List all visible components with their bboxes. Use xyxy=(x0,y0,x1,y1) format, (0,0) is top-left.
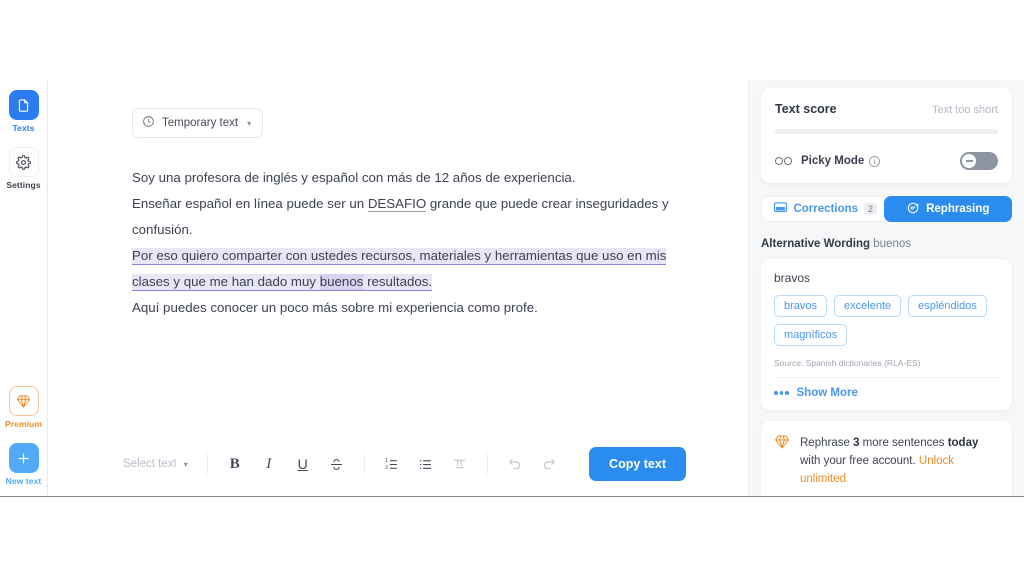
editor-toolbar: Select text ▾ B I U 1 2 Copy text xyxy=(48,432,748,496)
toolbar-divider xyxy=(206,454,208,474)
alternative-wording-card: bravos bravos excelente espléndidos magn… xyxy=(761,259,1012,410)
bold-button[interactable]: B xyxy=(222,451,248,477)
show-more-label: Show More xyxy=(796,387,858,399)
tab-rephrasing-label: Rephrasing xyxy=(926,203,990,215)
text-score-header: Text score Text too short xyxy=(775,102,998,116)
sidebar-item-new-text[interactable]: New text xyxy=(0,443,47,486)
toolbar-divider xyxy=(363,454,365,474)
clock-icon xyxy=(142,115,155,131)
eyes-icon xyxy=(775,157,792,165)
strikethrough-button[interactable] xyxy=(324,451,350,477)
undo-button[interactable] xyxy=(502,451,528,477)
text-score-card: Text score Text too short Picky Mode i xyxy=(761,88,1012,183)
toolbar-divider xyxy=(486,454,488,474)
text-segment: Enseñar español en línea puede ser un xyxy=(132,196,368,211)
promo-line1-a: Rephrase xyxy=(800,437,854,449)
left-sidebar: Texts Settings Premium New text xyxy=(0,80,48,496)
paragraph-1: Soy una profesora de inglés y español co… xyxy=(132,165,688,191)
tab-corrections[interactable]: Corrections 2 xyxy=(761,196,890,222)
sidebar-item-label-texts: Texts xyxy=(12,123,35,133)
right-panel: Text score Text too short Picky Mode i C… xyxy=(748,80,1024,496)
document-icon xyxy=(8,90,39,120)
text-score-title: Text score xyxy=(775,102,837,116)
show-more-button[interactable]: Show More xyxy=(774,387,999,399)
text-segment-selected-word[interactable]: buenos xyxy=(319,274,364,291)
chevron-down-icon: ▾ xyxy=(183,459,188,469)
panel-tabs: Corrections 2 Rephrasing xyxy=(761,196,1012,222)
picky-mode-row: Picky Mode i xyxy=(775,152,998,170)
base-word: bravos xyxy=(774,271,811,285)
italic-button[interactable]: I xyxy=(256,451,282,477)
tab-rephrasing[interactable]: Rephrasing xyxy=(883,196,1012,222)
sidebar-item-label-premium: Premium xyxy=(4,419,43,429)
svg-text:2: 2 xyxy=(385,464,388,470)
rephrase-icon xyxy=(906,201,920,218)
copy-text-button[interactable]: Copy text xyxy=(589,447,686,481)
alternative-wording-title: Alternative Wording xyxy=(761,238,871,250)
source-label: Source: xyxy=(774,358,804,368)
underline-button[interactable]: U xyxy=(290,451,316,477)
synonym-chip[interactable]: bravos xyxy=(774,295,828,317)
tab-corrections-label: Corrections xyxy=(793,203,859,215)
info-icon[interactable]: i xyxy=(869,155,881,167)
source-line: Source: Spanish dictionaries (RLA-ES) xyxy=(774,358,999,368)
editor-area: Temporary text ▾ Soy una profesora de in… xyxy=(48,80,748,496)
picky-mode-toggle[interactable] xyxy=(960,152,998,170)
corrections-badge: 2 xyxy=(864,203,878,215)
paragraph-2: Enseñar español en línea puede ser un DE… xyxy=(132,191,688,243)
premium-promo-card[interactable]: Rephrase 3 more sentences today with you… xyxy=(761,421,1012,496)
source-value: Spanish dictionaries (RLA-ES) xyxy=(805,358,921,368)
picky-mode-label: Picky Mode xyxy=(801,155,865,167)
sidebar-item-settings[interactable]: Settings xyxy=(0,147,47,190)
editor-content: Temporary text ▾ Soy una profesora de in… xyxy=(48,80,748,432)
text-score-status: Text too short xyxy=(931,104,998,116)
synonym-chip[interactable]: espléndidos xyxy=(908,295,987,317)
text-score-progress-bar xyxy=(775,129,998,134)
sidebar-item-texts[interactable]: Texts xyxy=(0,90,47,133)
alternative-wording-heading: Alternative Wording buenos xyxy=(761,238,1012,250)
chevron-down-icon: ▾ xyxy=(247,118,252,128)
synonym-chip[interactable]: excelente xyxy=(834,295,902,317)
card-divider xyxy=(774,377,999,378)
sidebar-item-premium[interactable]: Premium xyxy=(0,386,47,429)
text-segment: Soy una profesora de inglés y español co… xyxy=(132,170,576,185)
synonym-chip-list: bravos excelente espléndidos magníficos xyxy=(774,295,999,346)
clear-formatting-button[interactable] xyxy=(447,451,473,477)
promo-line2-a: with your free account. xyxy=(800,455,919,467)
redo-button[interactable] xyxy=(536,451,562,477)
text-segment: Aquí puedes conocer un poco más sobre mi… xyxy=(132,300,538,315)
svg-text:1: 1 xyxy=(385,458,388,464)
select-text-dropdown[interactable]: Select text ▾ xyxy=(114,453,197,475)
ellipsis-icon xyxy=(774,391,789,395)
document-body[interactable]: Soy una profesora de inglés y español co… xyxy=(132,165,688,321)
diamond-icon xyxy=(8,386,39,416)
alternative-wording-target: buenos xyxy=(873,238,911,250)
paragraph-3-highlighted[interactable]: Por eso quiero comparter con ustedes rec… xyxy=(132,243,688,295)
sidebar-item-label-settings: Settings xyxy=(6,180,41,190)
bullet-list-button[interactable] xyxy=(413,451,439,477)
plus-icon xyxy=(8,443,39,473)
app-window: Texts Settings Premium New text Temporar… xyxy=(0,80,1024,497)
text-segment-underlined: DESAFIO xyxy=(367,196,427,212)
temporary-text-chip[interactable]: Temporary text ▾ xyxy=(132,108,264,138)
promo-line1-b: more sentences xyxy=(859,437,948,449)
text-segment-highlighted: resultados. xyxy=(363,274,433,291)
gear-icon xyxy=(8,147,39,177)
promo-text: Rephrase 3 more sentences today with you… xyxy=(800,434,999,488)
toggle-knob xyxy=(962,154,976,168)
sidebar-item-label-new-text: New text xyxy=(5,476,42,486)
temporary-text-label: Temporary text xyxy=(162,117,239,129)
synonym-chip[interactable]: magníficos xyxy=(774,324,848,346)
paragraph-4: Aquí puedes conocer un poco más sobre mi… xyxy=(132,295,688,321)
promo-today: today xyxy=(947,437,979,449)
diamond-icon xyxy=(774,434,790,488)
numbered-list-button[interactable]: 1 2 xyxy=(379,451,405,477)
corrections-icon xyxy=(774,202,788,216)
select-text-label: Select text xyxy=(123,458,177,470)
